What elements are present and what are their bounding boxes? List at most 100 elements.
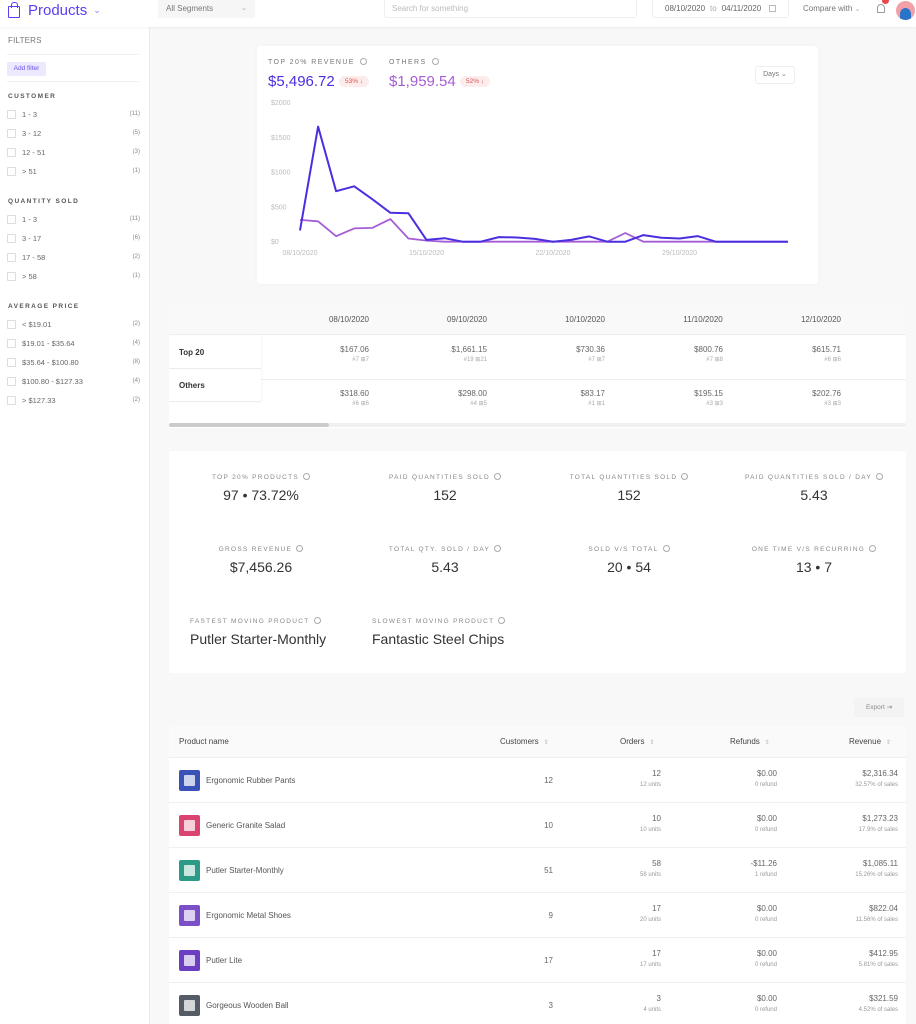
- info-icon[interactable]: [313, 617, 321, 624]
- refunds-amount: $0.00: [756, 769, 777, 778]
- filter-option-label: > 58: [22, 271, 37, 281]
- filter-option[interactable]: 1 - 3 (11): [7, 108, 140, 120]
- bell-icon[interactable]: [877, 4, 885, 13]
- series-line-others[interactable]: [299, 218, 788, 243]
- column-orders[interactable]: Orders ⇕: [620, 737, 654, 746]
- info-icon[interactable]: [662, 545, 670, 552]
- info-icon[interactable]: [494, 545, 502, 552]
- sort-icon: ⇕: [886, 740, 892, 746]
- filter-option[interactable]: < $19.01 (2): [7, 318, 140, 330]
- product-name[interactable]: Gorgeous Wooden Ball: [206, 1001, 289, 1010]
- units-count: 12 units: [639, 782, 661, 788]
- y-tick-label: $2000: [271, 100, 291, 107]
- product-name[interactable]: Generic Granite Salad: [206, 821, 285, 830]
- search-input[interactable]: Search for something: [384, 0, 637, 18]
- revenue-line-chart[interactable]: $0 $500 $1000 $1500 $2000 08/10/2020 15/10/202…: [257, 46, 818, 284]
- compare-with-dropdown[interactable]: Compare with ⌄: [803, 4, 860, 13]
- column-label: Revenue: [849, 737, 882, 746]
- column-customers[interactable]: Customers ⇕: [500, 737, 549, 746]
- table-row[interactable]: Ergonomic Rubber Pants 12 12 12 units $0.00 0…: [169, 758, 906, 803]
- stat-item: TOTAL QTY. SOLD / DAY 5.43: [353, 545, 537, 575]
- filter-option[interactable]: > 58 (1): [7, 270, 140, 282]
- table-row[interactable]: Gorgeous Wooden Ball 3 3 4 units $0.00 0 refu…: [169, 983, 906, 1024]
- product-name[interactable]: Putler Starter-Monthly: [206, 866, 284, 875]
- filter-option[interactable]: 17 - 58 (2): [7, 251, 140, 263]
- sales-share: 17.9% of sales: [858, 827, 898, 833]
- filter-option-label: > 51: [22, 166, 37, 176]
- series-line-top20[interactable]: [299, 125, 788, 243]
- add-filter-button[interactable]: Add filter: [7, 62, 46, 76]
- checkbox[interactable]: [7, 271, 16, 281]
- filter-option-label: 17 - 58: [22, 252, 46, 262]
- filters-sidebar: FILTERS Add filter CUSTOMER 1 - 3 (11) 3 - …: [0, 27, 150, 1024]
- customers-count: 3: [548, 1001, 553, 1010]
- checkbox[interactable]: [7, 395, 16, 405]
- cell-counts: #7 ⊞7: [352, 357, 369, 363]
- checkbox[interactable]: [7, 147, 16, 157]
- info-icon[interactable]: [681, 473, 689, 480]
- checkbox[interactable]: [7, 233, 16, 243]
- info-icon[interactable]: [869, 545, 877, 552]
- info-icon[interactable]: [494, 473, 501, 480]
- date-column-header: 11/10/2020: [683, 315, 723, 324]
- scrollbar-thumb[interactable]: [169, 423, 329, 427]
- filter-option-count: (2): [132, 254, 140, 260]
- column-product-name[interactable]: Product name: [179, 737, 229, 746]
- cell-counts: #3 ⊞3: [824, 401, 841, 407]
- info-icon[interactable]: [876, 473, 884, 480]
- column-refunds[interactable]: Refunds ⇕: [730, 737, 770, 746]
- product-name[interactable]: Putler Lite: [206, 956, 242, 965]
- checkbox[interactable]: [7, 357, 16, 367]
- stat-value: 5.43: [431, 559, 459, 575]
- checkbox[interactable]: [7, 319, 16, 329]
- search-placeholder: Search for something: [392, 4, 469, 13]
- revenue-amount: $1,085.11: [863, 859, 898, 868]
- product-name[interactable]: Ergonomic Rubber Pants: [206, 776, 295, 785]
- export-button[interactable]: Export ⇥: [854, 698, 904, 717]
- product-name[interactable]: Ergonomic Metal Shoes: [206, 911, 291, 920]
- table-row[interactable]: Ergonomic Metal Shoes 9 17 20 units $0.00 0 r…: [169, 893, 906, 938]
- checkbox[interactable]: [7, 109, 16, 119]
- table-cell: $83.17 #1 ⊞1: [525, 389, 605, 407]
- stats-card: TOP 20% PRODUCTS 97 • 73.72% PAID QUANTITI…: [169, 451, 906, 673]
- checkbox[interactable]: [7, 128, 16, 138]
- info-icon[interactable]: [303, 473, 311, 480]
- divider: [7, 81, 139, 82]
- column-label: Customers: [500, 737, 539, 746]
- refund-count: 0 refund: [754, 1007, 777, 1013]
- filter-option-count: (2): [132, 321, 140, 327]
- checkbox[interactable]: [7, 376, 16, 386]
- date-column-header: 09/10/2020: [446, 315, 488, 324]
- filter-option[interactable]: $35.64 - $100.80 (8): [7, 356, 140, 368]
- segment-select[interactable]: All Segments ⌄: [158, 0, 255, 18]
- table-row[interactable]: Generic Granite Salad 10 10 10 units $0.00 0 …: [169, 803, 906, 848]
- date-range-picker[interactable]: 08/10/2020 to 04/11/2020: [652, 0, 789, 18]
- info-icon[interactable]: [498, 617, 506, 624]
- filter-option[interactable]: 3 - 12 (5): [7, 127, 140, 139]
- filter-option[interactable]: 1 - 3 (11): [7, 213, 140, 225]
- filter-option[interactable]: > $127.33 (2): [7, 394, 140, 406]
- table-cell: $167.06 #7 ⊞7: [289, 345, 369, 363]
- page-title-dropdown[interactable]: Products ⌄: [8, 1, 101, 19]
- revenue-cell: $2,316.34 32.57% of sales: [799, 769, 898, 788]
- filter-option[interactable]: 12 - 51 (3): [7, 146, 140, 158]
- horizontal-scrollbar[interactable]: [169, 423, 906, 427]
- checkbox[interactable]: [7, 252, 16, 262]
- column-revenue[interactable]: Revenue ⇕: [849, 737, 891, 746]
- filter-option[interactable]: > 51 (1): [7, 165, 140, 177]
- refunds-cell: $0.00 0 refund: [697, 769, 777, 788]
- filter-option[interactable]: 3 - 17 (6): [7, 232, 140, 244]
- stat-label: SLOWEST MOVING PRODUCT: [372, 617, 542, 625]
- sort-icon: ⇕: [649, 740, 655, 746]
- filter-option[interactable]: $19.01 - $35.64 (4): [7, 337, 140, 349]
- filter-option[interactable]: $100.80 - $127.33 (4): [7, 375, 140, 387]
- table-row[interactable]: Putler Starter-Monthly 51 58 58 units -$11.2…: [169, 848, 906, 893]
- checkbox[interactable]: [7, 214, 16, 224]
- checkbox[interactable]: [7, 166, 16, 176]
- info-icon[interactable]: [296, 545, 304, 552]
- stat-value: Fantastic Steel Chips: [372, 631, 505, 647]
- refunds-cell: $0.00 0 refund: [697, 814, 777, 833]
- checkbox[interactable]: [7, 338, 16, 348]
- table-row[interactable]: Putler Lite 17 17 17 units $0.00 0 refund $412…: [169, 938, 906, 983]
- avatar[interactable]: [896, 1, 915, 20]
